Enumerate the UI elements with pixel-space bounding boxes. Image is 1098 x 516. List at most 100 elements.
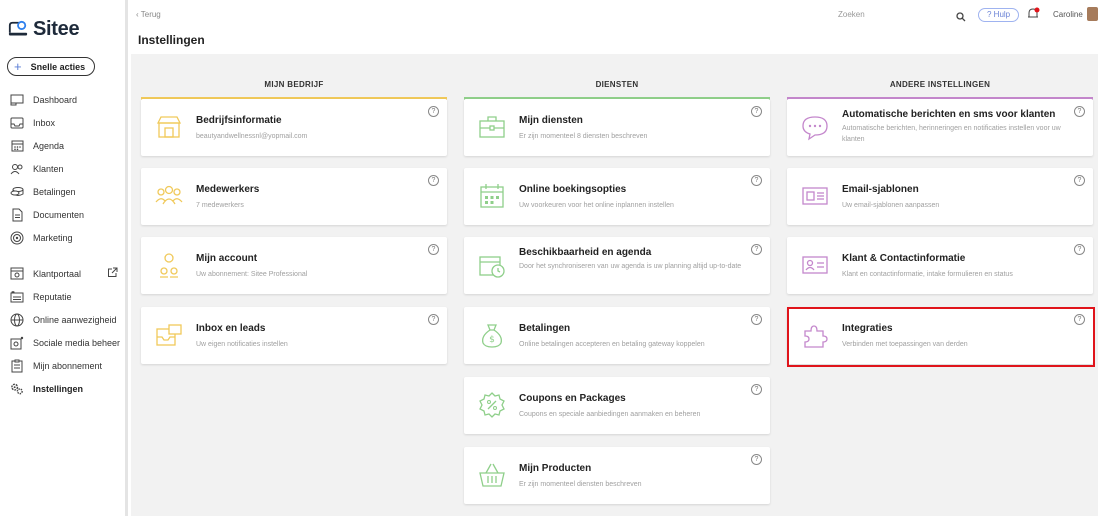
card-mijn-diensten[interactable]: Mijn diensten Er zijn momenteel 8 dienst… [464,99,770,156]
help-circle-icon[interactable]: ? [428,175,439,186]
sidebar-item-label: Dashboard [33,94,78,105]
booking-calendar-icon [480,184,504,208]
card-subtitle: Online betalingen accepteren en betaling… [519,341,705,348]
card-medewerkers[interactable]: Medewerkers 7 medewerkers ? [141,168,447,225]
external-link-icon[interactable] [107,267,118,281]
help-circle-icon[interactable]: ? [1074,106,1085,117]
help-circle-icon[interactable]: ? [1074,244,1085,255]
sidebar-item-mijn-abonnement[interactable]: Mijn abonnement [0,354,128,377]
sidebar-item-inbox[interactable]: Inbox [0,111,128,134]
card-title: Bedrijfsinformatie [196,115,282,126]
user-name[interactable]: Caroline [1053,10,1083,19]
card-subtitle: Uw email-sjablonen aanpassen [842,202,940,209]
card-subtitle: Coupons en speciale aanbiedingen aanmake… [519,411,701,418]
sidebar-item-label: Klantportaal [33,268,82,279]
email-template-icon [802,187,828,205]
card-mijn-account[interactable]: Mijn account Uw abonnement: Sitee Profes… [141,237,447,294]
card-title: Medewerkers [196,184,260,195]
sidebar-item-klantportaal[interactable]: Klantportaal [0,262,128,285]
sidebar-item-instellingen[interactable]: Instellingen [0,377,128,400]
sidebar-item-sociale-media[interactable]: Sociale media beheer [0,331,128,354]
back-link[interactable]: ‹ Terug [136,10,161,19]
sidebar-item-betalingen[interactable]: Betalingen [0,180,128,203]
card-subtitle: Door het synchroniseren van uw agenda is… [519,263,742,270]
sidebar-item-label: Documenten [33,209,85,220]
help-circle-icon[interactable]: ? [1074,314,1085,325]
avatar[interactable] [1087,7,1098,21]
card-betalingen[interactable]: $ Betalingen Online betalingen acceptere… [464,307,770,364]
help-circle-icon[interactable]: ? [428,106,439,117]
card-subtitle: beautyandwellnessnl@yopmail.com [196,133,308,140]
logo-text: Sitee [33,18,80,40]
card-beschikbaarheid-en-agenda[interactable]: Beschikbaarheid en agenda Door het synch… [464,237,770,294]
calendar-icon [10,139,24,153]
team-icon [155,185,183,205]
search-input[interactable]: Zoeken [838,10,865,19]
sidebar-item-dashboard[interactable]: Dashboard [0,88,128,111]
social-icon [10,336,24,350]
card-online-boekingsopties[interactable]: Online boekingsopties Uw voorkeuren voor… [464,168,770,225]
sidebar-item-label: Sociale media beheer [33,337,121,348]
card-bedrijfsinformatie[interactable]: Bedrijfsinformatie beautyandwellnessnl@y… [141,99,447,156]
help-circle-icon[interactable]: ? [428,244,439,255]
sidebar-item-agenda[interactable]: Agenda [0,134,128,157]
subscription-icon [10,359,24,373]
card-title: Automatische berichten en sms voor klant… [842,109,1056,120]
help-circle-icon[interactable]: ? [751,454,762,465]
app-window: Sitee + Snelle acties Dashboard Inbox Ag… [0,0,1098,516]
card-title: Mijn Producten [519,463,592,474]
sidebar-item-reputatie[interactable]: Reputatie [0,285,128,308]
sidebar-item-label: Betalingen [33,186,76,197]
notification-bell-icon[interactable] [1026,7,1040,26]
help-circle-icon[interactable]: ? [751,244,762,255]
sidebar-item-label: Online aanwezigheid [33,314,117,325]
quick-actions-label: Snelle acties [30,61,86,72]
card-klant-contactinformatie[interactable]: Klant & Contactinformatie Klant en conta… [787,237,1093,294]
card-subtitle: Er zijn momenteel 8 diensten beschreven [519,133,648,140]
sidebar-item-online-aanwezigheid[interactable]: Online aanwezigheid [0,308,128,331]
help-circle-icon[interactable]: ? [428,314,439,325]
puzzle-icon [804,325,828,348]
target-icon [10,231,24,245]
sidebar: Sitee + Snelle acties Dashboard Inbox Ag… [0,0,128,516]
card-inbox-en-leads[interactable]: Inbox en leads Uw eigen notificaties ins… [141,307,447,364]
card-automatische-berichten[interactable]: Automatische berichten en sms voor klant… [787,99,1093,156]
card-title: Email-sjablonen [842,184,919,195]
coupon-icon [479,392,505,418]
sidebar-item-marketing[interactable]: Marketing [0,226,128,249]
column-header-andere-instellingen: ANDERE INSTELLINGEN [889,80,991,89]
svg-text:$: $ [489,335,495,345]
help-circle-icon[interactable]: ? [751,384,762,395]
card-mijn-producten[interactable]: Mijn Producten Er zijn momenteel dienste… [464,447,770,504]
card-integraties[interactable]: Integraties Verbinden met toepassingen v… [787,307,1093,364]
card-title: Coupons en Packages [519,393,626,404]
help-circle-icon[interactable]: ? [751,106,762,117]
sitee-logo-icon [8,20,28,35]
card-subtitle: Er zijn momenteel diensten beschreven [519,481,642,488]
card-title: Beschikbaarheid en agenda [519,247,652,258]
settings-icon [10,382,24,396]
help-button[interactable]: ? Hulp [978,8,1020,22]
chat-bubble-icon [802,116,828,141]
card-email-sjablonen[interactable]: Email-sjablonen Uw email-sjablonen aanpa… [787,168,1093,225]
sidebar-item-label: Agenda [33,140,65,151]
basket-icon [479,463,505,487]
search-icon[interactable] [956,9,966,27]
sidebar-item-klanten[interactable]: Klanten [0,157,128,180]
quick-actions-button[interactable]: + Snelle acties [7,57,95,76]
card-subtitle: Verbinden met toepassingen van derden [842,341,968,348]
card-title: Online boekingsopties [519,184,627,195]
card-subtitle: Uw eigen notificaties instellen [196,341,288,348]
sidebar-item-documenten[interactable]: Documenten [0,203,128,226]
logo[interactable]: Sitee [8,18,80,41]
help-circle-icon[interactable]: ? [751,175,762,186]
help-circle-icon[interactable]: ? [1074,175,1085,186]
card-coupons-en-packages[interactable]: Coupons en Packages Coupons en speciale … [464,377,770,434]
sidebar-item-label: Klanten [33,163,64,174]
card-subtitle: 7 medewerkers [196,202,244,209]
help-circle-icon[interactable]: ? [751,314,762,325]
sidebar-item-label: Reputatie [33,291,72,302]
payments-icon [10,185,24,199]
dashboard-icon [10,93,24,107]
card-title: Mijn diensten [519,115,583,126]
